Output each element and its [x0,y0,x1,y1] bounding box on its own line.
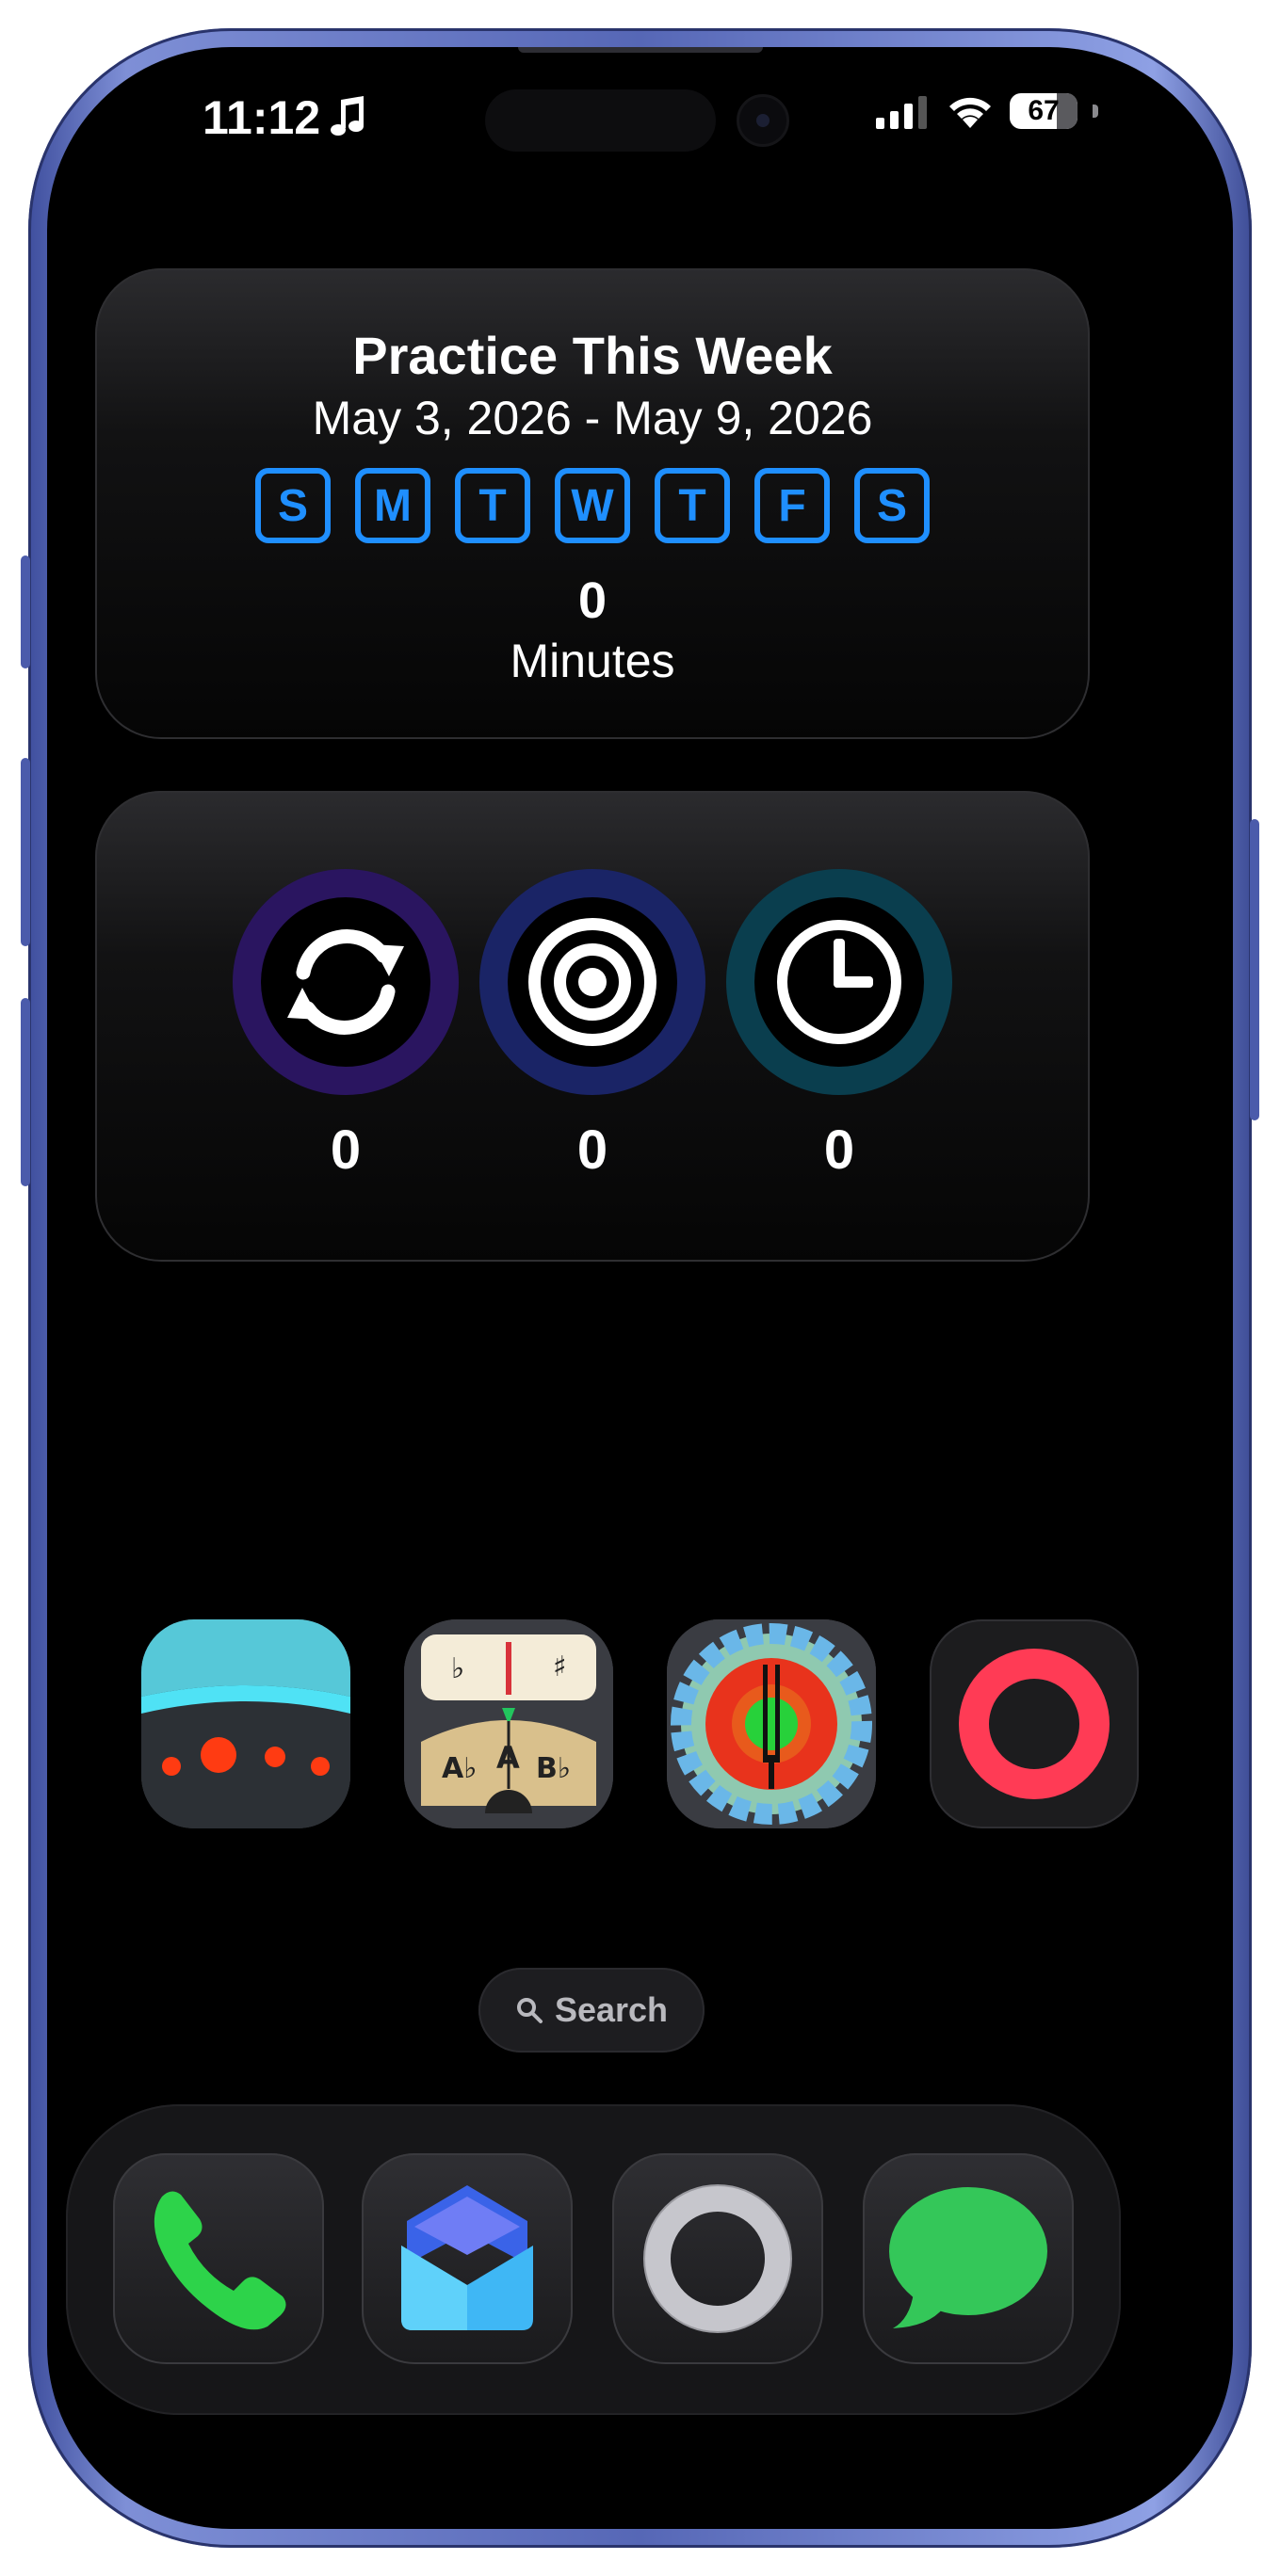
search-label: Search [554,1990,669,2029]
practice-total-unit: Minutes [510,635,675,687]
battery-tip [1093,105,1098,118]
day-thursday: T [655,468,730,543]
wifi-icon [949,97,991,128]
red-ring-app-icon[interactable] [930,1619,1139,1828]
speaker-grille [518,47,763,53]
cellular-signal-icon [876,96,927,129]
target-icon [528,918,656,1046]
practice-widget-title: Practice This Week [352,326,833,385]
front-camera [737,94,789,147]
clock-ring [726,869,952,1095]
day-tuesday: T [455,468,530,543]
messages-app-icon[interactable] [863,2153,1074,2364]
dock [66,2104,1121,2415]
spotlight-search-button[interactable]: Search [478,1968,705,2053]
day-monday: M [355,468,430,543]
target-count: 0 [576,1119,608,1181]
repeat-ring [233,869,459,1095]
practice-date-range: May 3, 2026 - May 9, 2026 [312,392,873,444]
music-note-icon [331,96,365,136]
repeat-count: 0 [330,1119,362,1181]
svg-text:♯: ♯ [553,1650,567,1683]
status-time-group: 11:12 [203,90,365,145]
repeat-icon [287,929,404,1035]
target-ring [479,869,705,1095]
battery-level: 67 [1028,95,1060,126]
day-friday: F [754,468,830,543]
volume-down-button [21,998,30,1186]
tuner-meter-app-icon[interactable]: ♭ ♯ A♭ A B♭ [404,1619,613,1828]
dynamic-island [485,89,716,152]
day-saturday: S [854,468,930,543]
status-icons: 67 [876,92,1098,130]
mail-app-icon[interactable] [362,2153,573,2364]
practice-total-value: 0 [577,572,608,629]
clock-icon [777,920,901,1044]
phone-app-icon[interactable] [113,2153,324,2364]
svg-text:A: A [496,1740,520,1776]
day-sunday: S [255,468,331,543]
practice-stats-widget[interactable]: 0 0 0 [95,791,1090,1262]
action-button [21,555,30,668]
power-button [1250,819,1259,1120]
svg-text:♭: ♭ [451,1652,464,1685]
ring-app-icon[interactable] [612,2153,823,2364]
home-screen: 11:12 67 Practice This Week May 3, 2026 … [47,47,1233,2529]
practice-week-widget[interactable]: Practice This Week May 3, 2026 - May 9, … [95,268,1090,739]
svg-text:A♭: A♭ [442,1752,477,1785]
weekday-row: S M T W T F S [95,468,1090,543]
day-wednesday: W [555,468,630,543]
clock-count: 0 [823,1119,855,1181]
status-time: 11:12 [203,91,321,144]
tuning-fork-app-icon[interactable] [667,1619,876,1828]
metronome-app-icon[interactable] [141,1619,350,1828]
search-icon [516,1998,543,2023]
volume-up-button [21,758,30,946]
svg-text:B♭: B♭ [536,1752,571,1785]
battery-icon: 67 [1010,93,1077,129]
